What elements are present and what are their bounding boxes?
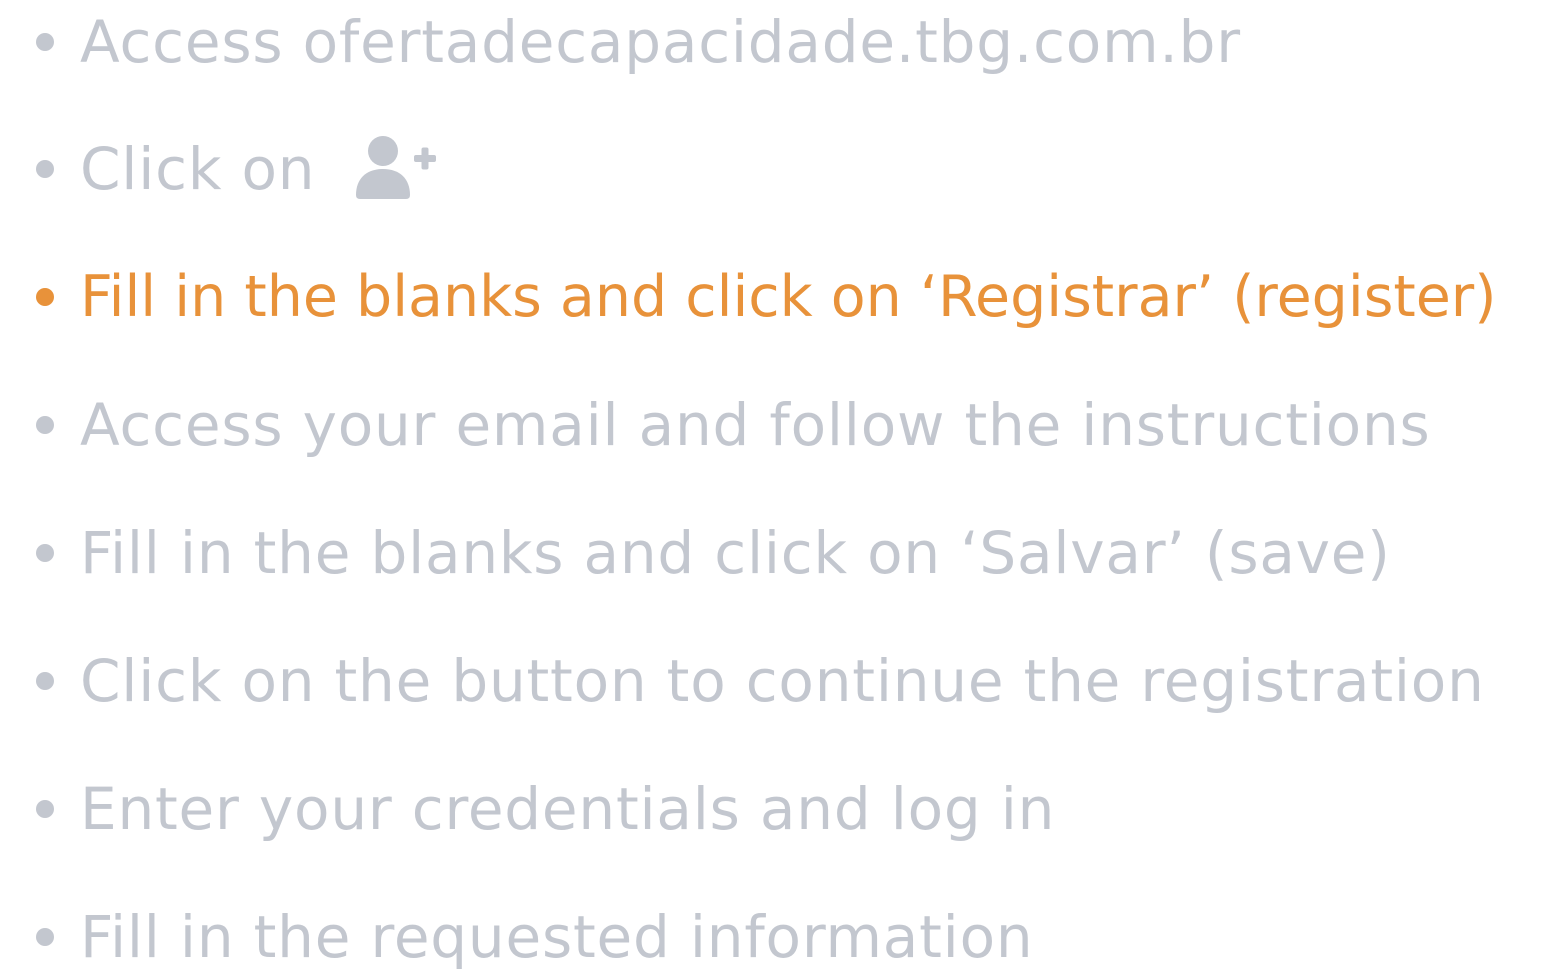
bullet-icon <box>36 288 54 306</box>
bullet-icon <box>36 800 54 818</box>
step-8-label: Fill in the requested information <box>80 903 1034 971</box>
bullet-icon <box>36 928 54 946</box>
step-4-label: Access your email and follow the instruc… <box>80 391 1431 459</box>
step-5-label: Fill in the blanks and click on ‘Salvar’… <box>80 519 1391 587</box>
step-6-label: Click on the button to continue the regi… <box>80 647 1485 715</box>
bullet-icon <box>36 160 54 178</box>
steps-list: Access ofertadecapacidade.tbg.com.br Cli… <box>0 0 1558 971</box>
user-plus-icon <box>354 135 438 199</box>
step-3-label: Fill in the blanks and click on ‘Registr… <box>80 263 1497 330</box>
step-2-label: Click on <box>80 135 316 203</box>
step-7-label: Enter your credentials and log in <box>80 775 1056 843</box>
step-1-label: Access ofertadecapacidade.tbg.com.br <box>80 8 1241 76</box>
bullet-icon <box>36 544 54 562</box>
bullet-icon <box>36 33 54 51</box>
bullet-icon <box>36 416 54 434</box>
bullet-icon <box>36 672 54 690</box>
